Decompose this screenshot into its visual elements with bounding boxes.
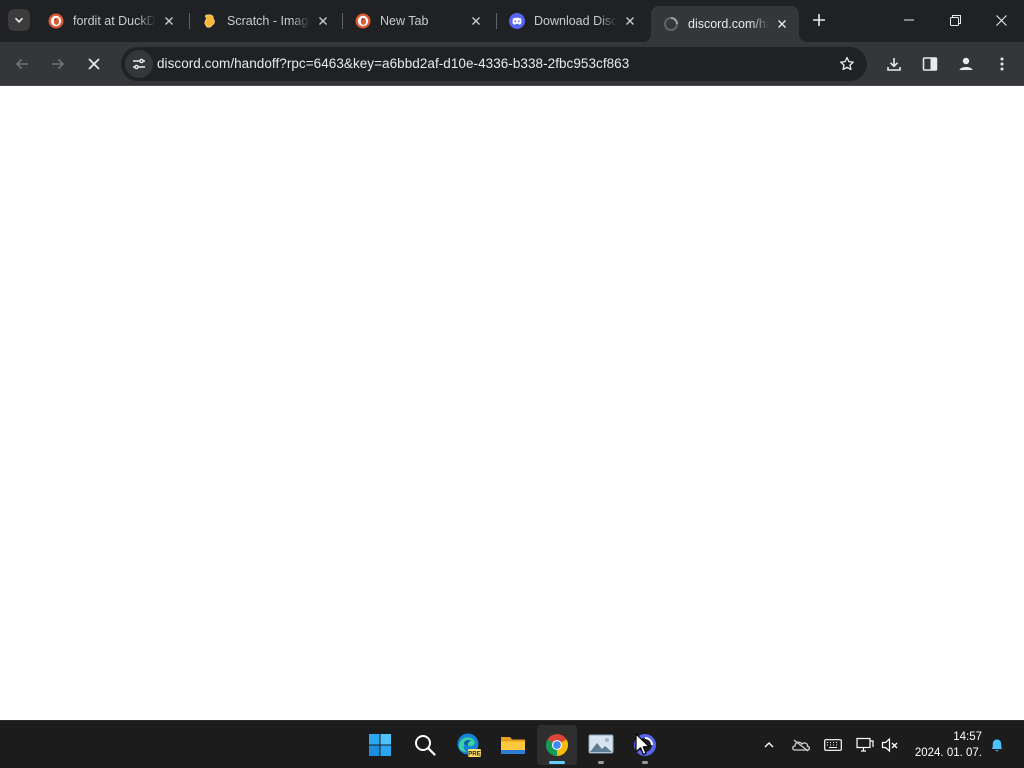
duckduckgo-icon — [355, 13, 371, 29]
discord-icon — [509, 13, 525, 29]
tab-new-tab[interactable]: New Tab — [343, 6, 493, 36]
taskbar-photos[interactable] — [581, 725, 621, 765]
network-status[interactable] — [853, 733, 877, 757]
photos-icon — [588, 734, 614, 754]
display-icon — [856, 737, 874, 752]
chrome-icon — [546, 734, 568, 756]
side-panel-icon — [922, 57, 938, 71]
close-icon — [995, 14, 1007, 26]
close-tab-icon[interactable] — [773, 15, 791, 33]
tab-title: discord.com/handoff — [688, 17, 769, 31]
close-tab-icon[interactable] — [467, 12, 485, 30]
downloads-button[interactable] — [878, 48, 910, 80]
search-icon — [415, 735, 436, 756]
side-panel-button[interactable] — [914, 48, 946, 80]
edge-pre-icon: PRE — [457, 733, 481, 757]
active-app-indicator — [549, 761, 565, 764]
minimize-icon — [904, 19, 914, 21]
menu-button[interactable] — [986, 48, 1018, 80]
profile-button[interactable] — [950, 48, 982, 80]
restore-icon — [949, 14, 961, 26]
onedrive-icon — [792, 739, 811, 752]
close-tab-icon[interactable] — [314, 12, 332, 30]
input-indicator[interactable] — [821, 733, 845, 757]
chevron-up-icon — [764, 742, 774, 748]
tab-title: New Tab — [380, 14, 429, 28]
onedrive-status[interactable] — [789, 733, 813, 757]
taskbar-edge-preview[interactable]: PRE — [449, 725, 489, 765]
more-vertical-icon — [1000, 57, 1004, 71]
download-icon — [887, 58, 901, 71]
tab-title: Scratch - Imagine, Program, Share — [227, 14, 310, 28]
close-tab-icon[interactable] — [160, 12, 178, 30]
back-button[interactable] — [6, 48, 38, 80]
tab-title: Download Discord — [534, 14, 617, 28]
windows-taskbar: PRE 14:57 2024. 01. 07. — [0, 720, 1024, 768]
clock-date: 2024. 01. 07. — [914, 747, 982, 759]
star-icon — [840, 56, 854, 71]
address-bar[interactable]: discord.com/handoff?rpc=6463&key=a6bbd2a… — [121, 47, 867, 81]
taskbar-file-explorer[interactable] — [493, 725, 533, 765]
taskbar-chrome[interactable] — [537, 725, 577, 765]
browser-toolbar: discord.com/handoff?rpc=6463&key=a6bbd2a… — [0, 42, 1024, 86]
close-window-button[interactable] — [978, 0, 1024, 40]
keyboard-icon — [824, 739, 842, 751]
duckduckgo-icon — [48, 13, 64, 29]
person-icon — [959, 57, 973, 70]
site-info-button[interactable] — [125, 50, 153, 78]
forward-button[interactable] — [42, 48, 74, 80]
svg-text:PRE: PRE — [468, 750, 481, 757]
volume-status[interactable] — [878, 733, 902, 757]
tab-title: fordit at DuckDuckGo — [73, 14, 156, 28]
close-tab-icon[interactable] — [621, 12, 639, 30]
windows-start-icon — [369, 734, 391, 756]
tab-discord-handoff[interactable]: discord.com/handoff — [651, 6, 799, 42]
stop-loading-button[interactable] — [78, 48, 110, 80]
tab-duckduckgo-search[interactable]: fordit at DuckDuckGo — [36, 6, 186, 36]
loading-icon — [663, 16, 679, 32]
system-clock[interactable]: 14:57 2024. 01. 07. — [906, 729, 982, 761]
url-text[interactable]: discord.com/handoff?rpc=6463&key=a6bbd2a… — [157, 56, 629, 71]
tab-scratch[interactable]: Scratch - Imagine, Program, Share — [190, 6, 340, 36]
show-hidden-icons-button[interactable] — [757, 733, 781, 757]
minimize-button[interactable] — [886, 0, 932, 40]
chevron-down-icon — [14, 17, 24, 23]
new-tab-button[interactable] — [808, 9, 830, 31]
notification-center-button[interactable] — [985, 733, 1009, 757]
tune-icon — [133, 58, 145, 70]
scratch-icon — [202, 13, 218, 29]
folder-icon — [501, 737, 525, 754]
plus-icon — [813, 14, 825, 26]
volume-muted-icon — [881, 737, 898, 753]
arrow-right-icon — [52, 58, 65, 70]
taskbar-search-button[interactable] — [405, 725, 445, 765]
page-content-area — [0, 87, 1024, 720]
restore-button[interactable] — [932, 0, 978, 40]
bookmark-button[interactable] — [837, 54, 857, 74]
tab-download-discord[interactable]: Download Discord — [497, 6, 647, 36]
tab-search-button[interactable] — [8, 9, 30, 31]
mouse-cursor-icon — [635, 733, 650, 756]
running-app-indicator — [598, 761, 604, 764]
running-app-indicator — [642, 761, 648, 764]
bell-icon — [992, 739, 1002, 752]
clock-time: 14:57 — [953, 731, 982, 743]
start-button[interactable] — [360, 725, 400, 765]
tab-strip: fordit at DuckDuckGo Scratch - Imagine, … — [0, 0, 1024, 42]
arrow-left-icon — [15, 58, 28, 70]
stop-x-icon — [88, 58, 100, 70]
